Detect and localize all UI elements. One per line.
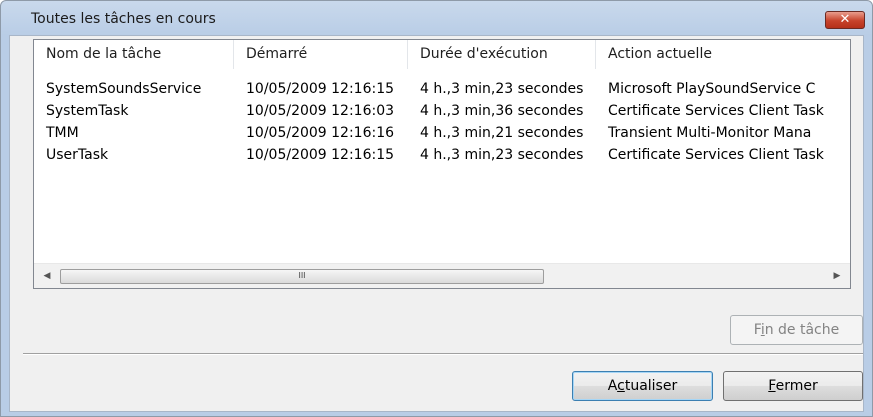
end-task-button[interactable]: Fin de tâche — [730, 315, 863, 345]
horizontal-scrollbar[interactable]: ◀ III ▶ — [34, 263, 850, 288]
scroll-right-button[interactable]: ▶ — [828, 267, 846, 285]
list-header: Nom de la tâche Démarré Durée d'exécutio… — [34, 40, 850, 69]
task-name-cell: SystemSoundsService — [46, 81, 202, 97]
table-row[interactable]: UserTask 10/05/2009 12:16:15 4 h.,3 min,… — [34, 144, 850, 166]
refresh-label-start: A — [607, 378, 618, 394]
current-action-cell: Transient Multi-Monitor Mana — [608, 125, 812, 141]
close-accelerator: F — [768, 378, 776, 394]
end-task-label-end: n de tâche — [764, 322, 840, 338]
task-name-cell: SystemTask — [46, 103, 129, 119]
title-bar[interactable]: Toutes les tâches en cours ✕ — [1, 1, 872, 35]
arrow-right-icon: ▶ — [833, 271, 841, 281]
duration-cell: 4 h.,3 min,21 secondes — [420, 125, 584, 141]
column-header-current-action[interactable]: Action actuelle — [596, 40, 850, 69]
close-button[interactable]: Fermer — [723, 371, 863, 401]
task-name-cell: TMM — [46, 125, 79, 141]
grip-icon: III — [298, 271, 306, 280]
started-cell: 10/05/2009 12:16:15 — [246, 81, 395, 97]
started-cell: 10/05/2009 12:16:15 — [246, 147, 395, 163]
started-cell: 10/05/2009 12:16:03 — [246, 103, 395, 119]
close-icon: ✕ — [839, 12, 851, 27]
table-row[interactable]: SystemSoundsService 10/05/2009 12:16:15 … — [34, 78, 850, 100]
duration-cell: 4 h.,3 min,36 secondes — [420, 103, 584, 119]
separator-line — [23, 353, 863, 355]
task-name-cell: UserTask — [46, 147, 109, 163]
task-list[interactable]: Nom de la tâche Démarré Durée d'exécutio… — [33, 39, 851, 289]
table-row[interactable]: TMM 10/05/2009 12:16:16 4 h.,3 min,21 se… — [34, 122, 850, 144]
refresh-accelerator: c — [617, 378, 625, 394]
table-row[interactable]: SystemTask 10/05/2009 12:16:03 4 h.,3 mi… — [34, 100, 850, 122]
close-window-button[interactable]: ✕ — [825, 11, 865, 29]
current-action-cell: Certificate Services Client Task — [608, 147, 824, 163]
arrow-left-icon: ◀ — [43, 271, 51, 281]
scroll-left-button[interactable]: ◀ — [38, 267, 56, 285]
column-header-started[interactable]: Démarré — [234, 40, 408, 69]
column-header-task-name[interactable]: Nom de la tâche — [34, 40, 234, 69]
dialog-window: Toutes les tâches en cours ✕ Nom de la t… — [0, 0, 873, 417]
end-task-label-start: F — [753, 322, 761, 338]
current-action-cell: Microsoft PlaySoundService C — [608, 81, 816, 97]
duration-cell: 4 h.,3 min,23 secondes — [420, 147, 584, 163]
close-label-end: ermer — [775, 378, 818, 394]
scrollbar-thumb[interactable]: III — [60, 269, 544, 284]
started-cell: 10/05/2009 12:16:16 — [246, 125, 395, 141]
current-action-cell: Certificate Services Client Task — [608, 103, 824, 119]
window-title: Toutes les tâches en cours — [31, 11, 216, 27]
duration-cell: 4 h.,3 min,23 secondes — [420, 81, 584, 97]
refresh-button[interactable]: Actualiser — [572, 371, 713, 401]
column-header-duration[interactable]: Durée d'exécution — [408, 40, 596, 69]
refresh-label-end: tualiser — [624, 378, 678, 394]
